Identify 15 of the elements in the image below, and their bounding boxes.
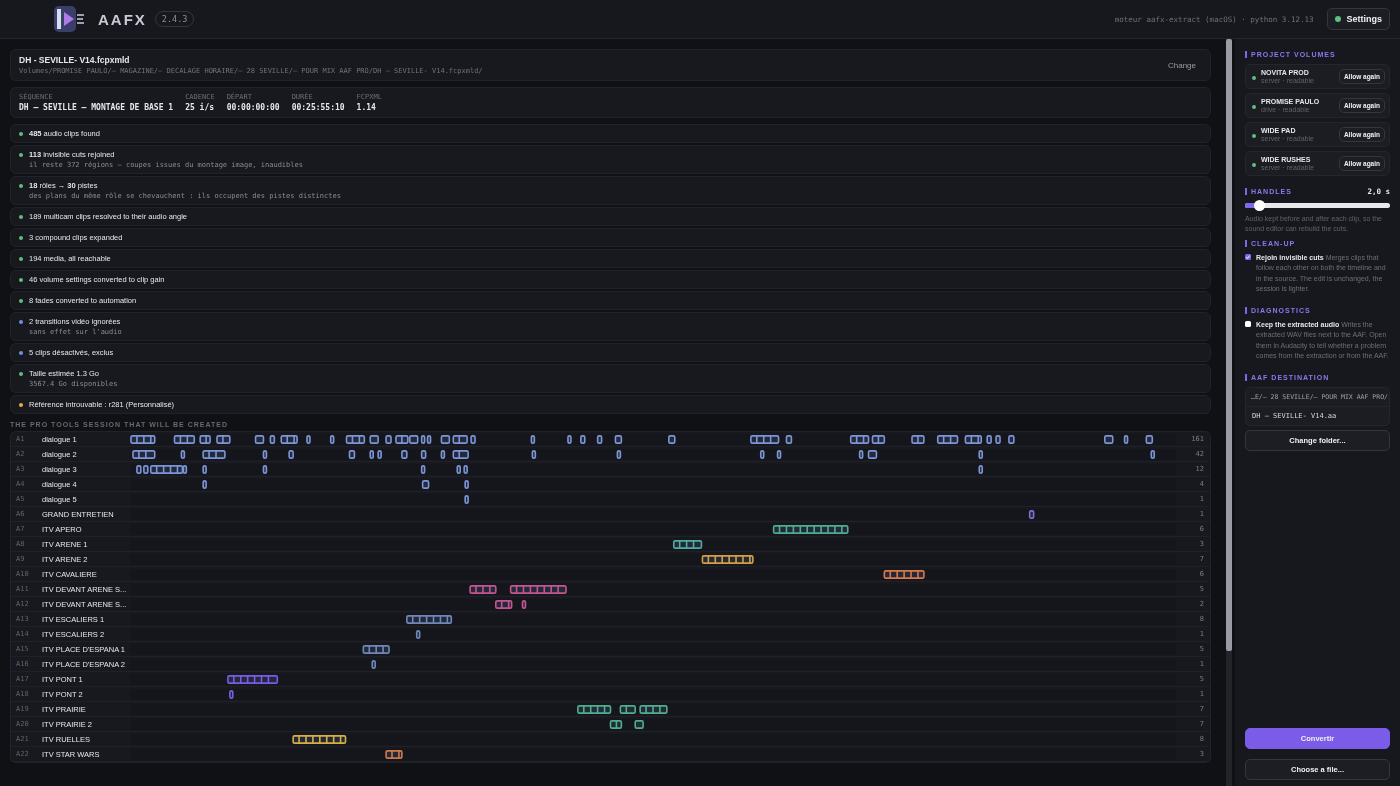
- checkbox[interactable]: [1245, 253, 1251, 260]
- scroll-thumb[interactable]: [1226, 39, 1232, 651]
- field-value: 00:25:55:10: [291, 103, 345, 112]
- field-value: 1.14: [356, 103, 377, 112]
- slider-thumb[interactable]: [1253, 200, 1265, 211]
- file-name: DH - SEVILLE- V14.fcpxmld: [19, 55, 131, 65]
- checkbox[interactable]: [1245, 320, 1251, 327]
- change-button[interactable]: Change: [1161, 59, 1202, 71]
- field-value: DH — SEVILLE — MONTAGE DE BASE 1: [19, 103, 174, 112]
- app-name: AAFX: [98, 10, 147, 28]
- field-value: 25 i/s: [185, 103, 215, 112]
- field-value: 00:00:00:00: [226, 103, 280, 112]
- logo-icon: [52, 4, 86, 34]
- scrollbar[interactable]: [1226, 39, 1232, 786]
- settings-button[interactable]: Settings: [1327, 8, 1390, 30]
